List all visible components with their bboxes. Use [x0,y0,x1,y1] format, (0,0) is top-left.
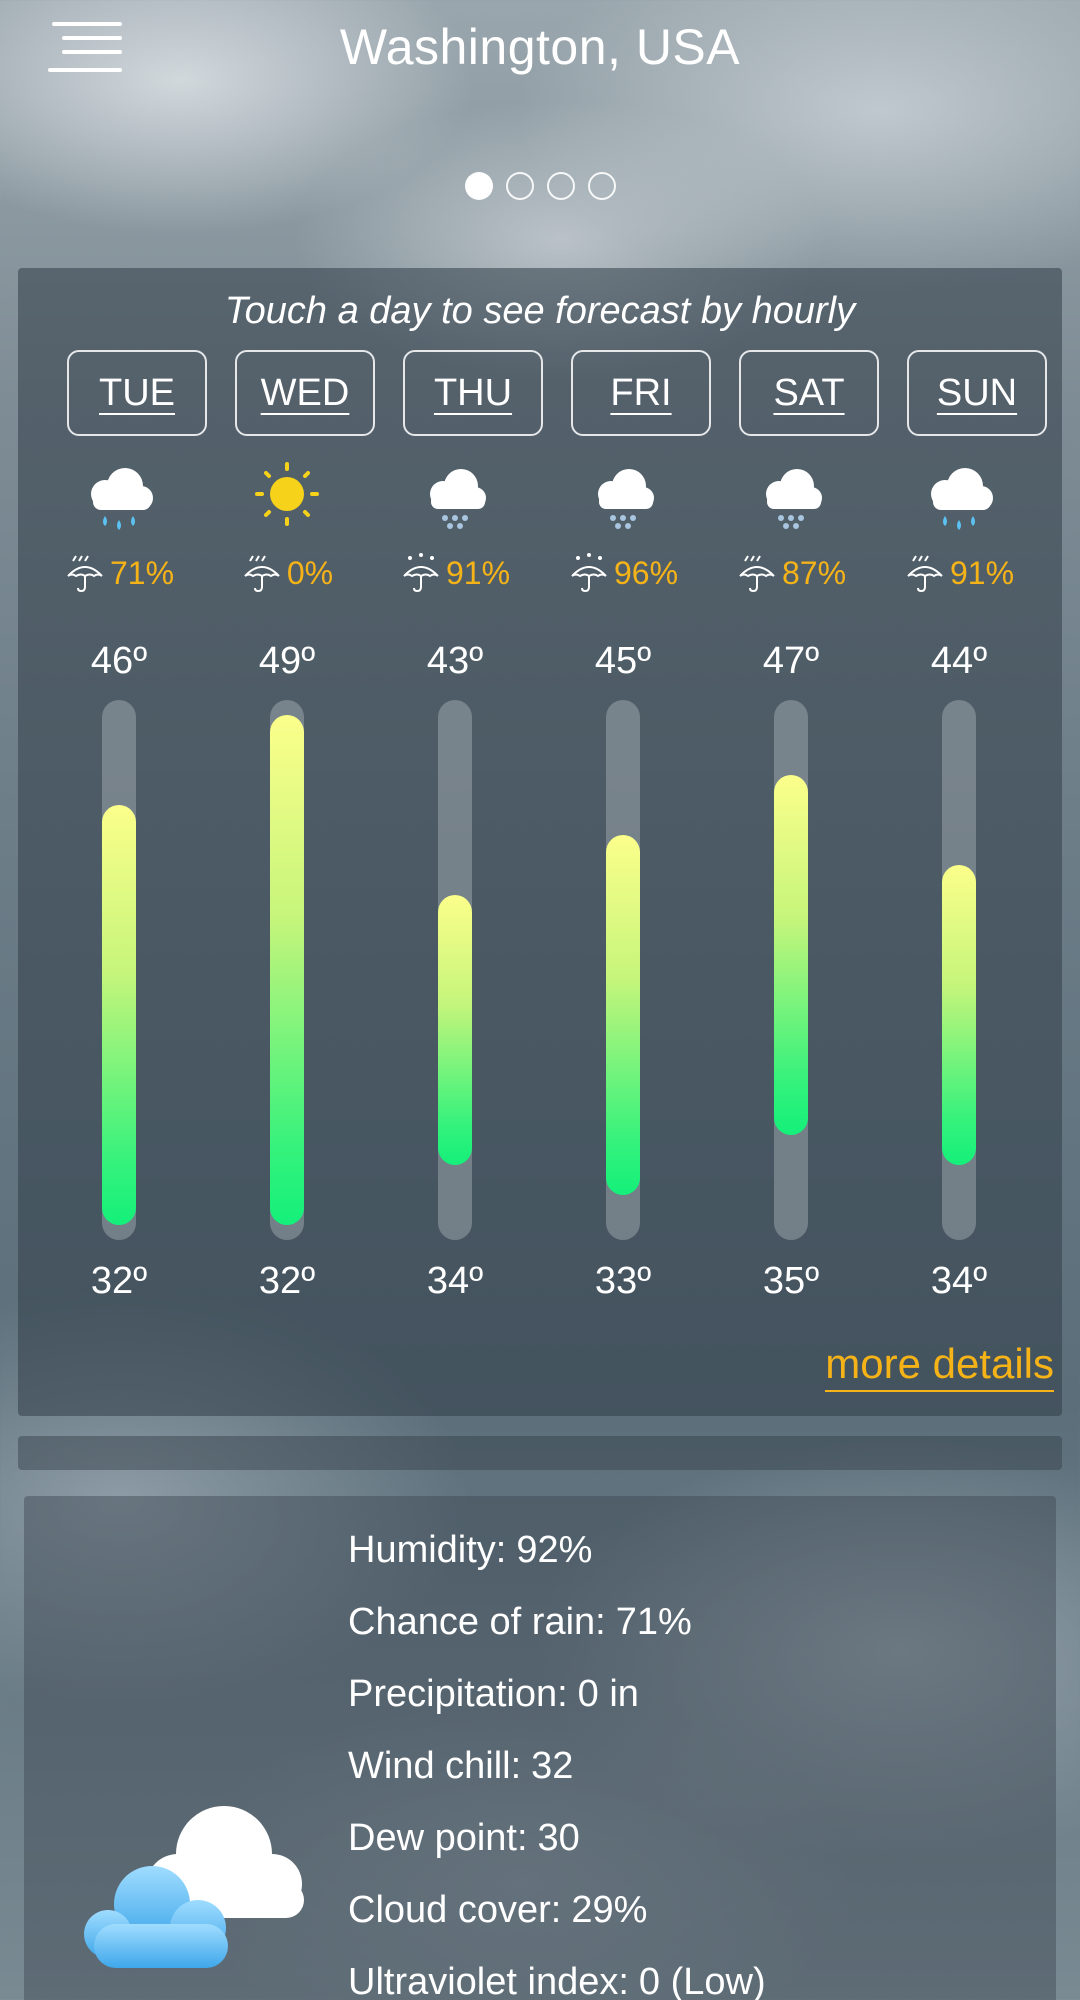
detail-value: 92% [516,1529,593,1571]
detail-label: Humidity: [348,1529,507,1571]
forecast-hint: Touch a day to see forecast by hourly [224,290,856,332]
detail-row-uv-index: Ultraviolet index: 0 (Low) [348,1946,766,2000]
snow-icon [766,469,822,529]
header: Washington, USA [0,0,1080,110]
low-temp: 32º [90,1260,148,1302]
temp-range-bar [774,775,808,1135]
low-temp: 34º [930,1260,988,1302]
rain-chance: 96% [539,552,707,594]
detail-row-wind-chill: Wind chill: 32 [348,1730,766,1802]
day-tab-wed[interactable]: WED [235,350,375,436]
detail-row-humidity: Humidity: 92% [348,1514,766,1586]
rain-chance: 71% [35,552,203,594]
divider-panel [18,1436,1062,1470]
day-tabs: TUE WED THU FRI SAT SUN [48,350,1062,444]
detail-row-chance-of-rain: Chance of rain: 71% [348,1586,766,1658]
high-temp: 46º [90,640,148,682]
detail-label: Cloud cover: [348,1889,562,1931]
day-tab-sun[interactable]: SUN [907,350,1047,436]
details-list: Humidity: 92% Chance of rain: 71% Precipit… [348,1514,766,2000]
rain-chance-value: 91% [445,554,511,591]
detail-value: 0 (Low) [638,1961,766,2000]
detail-label: Ultraviolet index: [348,1961,629,2000]
temp-range-bar [438,895,472,1165]
detail-value: 71% [615,1601,692,1643]
snow-icon [430,469,486,529]
high-temp: 45º [594,640,652,682]
day-tab-fri[interactable]: FRI [571,350,711,436]
low-temp: 32º [258,1260,316,1302]
city-title: Washington, USA [339,19,741,75]
day-tab-tue[interactable]: TUE [67,350,207,436]
details-panel: Humidity: 92% Chance of rain: 71% Precipit… [24,1496,1056,2000]
detail-row-precipitation: Precipitation: 0 in [348,1658,766,1730]
detail-label: Chance of rain: [348,1601,606,1643]
page-dot[interactable] [587,172,616,200]
rain-icon [91,468,153,530]
detail-value: 29% [571,1889,648,1931]
temp-range-bar [942,865,976,1165]
rain-chance: 91% [875,552,1043,594]
rain-chance: 91% [371,552,539,594]
partly-cloudy-icon [84,1806,304,1968]
page-indicator [0,172,1080,200]
low-temp: 35º [762,1260,820,1302]
rain-chance-value: 96% [613,554,679,591]
temp-range-track [606,700,640,1240]
detail-row-cloud-cover: Cloud cover: 29% [348,1874,766,1946]
umbrella-snow-icon [571,553,607,593]
day-tab-sat[interactable]: SAT [739,350,879,436]
temp-range-bar [606,835,640,1195]
rain-chance-value: 87% [781,554,847,591]
umbrella-icon [739,555,775,593]
umbrella-icon [907,555,943,593]
temp-range-track [942,700,976,1240]
page-dot[interactable] [505,172,534,200]
detail-row-dew-point: Dew point: 30 [348,1802,766,1874]
page-dot[interactable] [464,172,493,200]
high-temp: 43º [426,640,484,682]
umbrella-icon [67,555,103,593]
temp-range-track [270,700,304,1240]
temp-range-bar [102,805,136,1225]
temp-range-track [102,700,136,1240]
detail-value: 0 in [577,1673,639,1715]
page-dot[interactable] [546,172,575,200]
high-temp: 44º [930,640,988,682]
umbrella-icon [244,555,280,593]
rain-icon [931,468,993,530]
rain-chance-value: 71% [109,554,175,591]
more-details-link[interactable]: more details [825,1340,1054,1392]
detail-label: Dew point: [348,1817,528,1859]
low-temp: 34º [426,1260,484,1302]
temp-range-track [438,700,472,1240]
snow-icon [598,469,654,529]
detail-value: 32 [531,1745,574,1787]
forecast-panel: Touch a day to see forecast by hourly TU… [18,268,1062,1416]
temp-range-bar [270,715,304,1225]
detail-value: 30 [537,1817,580,1859]
umbrella-snow-icon [403,553,439,593]
day-tab-thu[interactable]: THU [403,350,543,436]
high-temp: 47º [762,640,820,682]
rain-chance: 0% [203,552,371,594]
high-temp: 49º [258,640,316,682]
sun-icon [255,462,319,526]
rain-chance: 87% [707,552,875,594]
low-temp: 33º [594,1260,652,1302]
temp-range-track [774,700,808,1240]
rain-chance-value: 91% [949,554,1015,591]
detail-label: Wind chill: [348,1745,522,1787]
rain-chance-value: 0% [286,554,334,591]
detail-label: Precipitation: [348,1673,568,1715]
